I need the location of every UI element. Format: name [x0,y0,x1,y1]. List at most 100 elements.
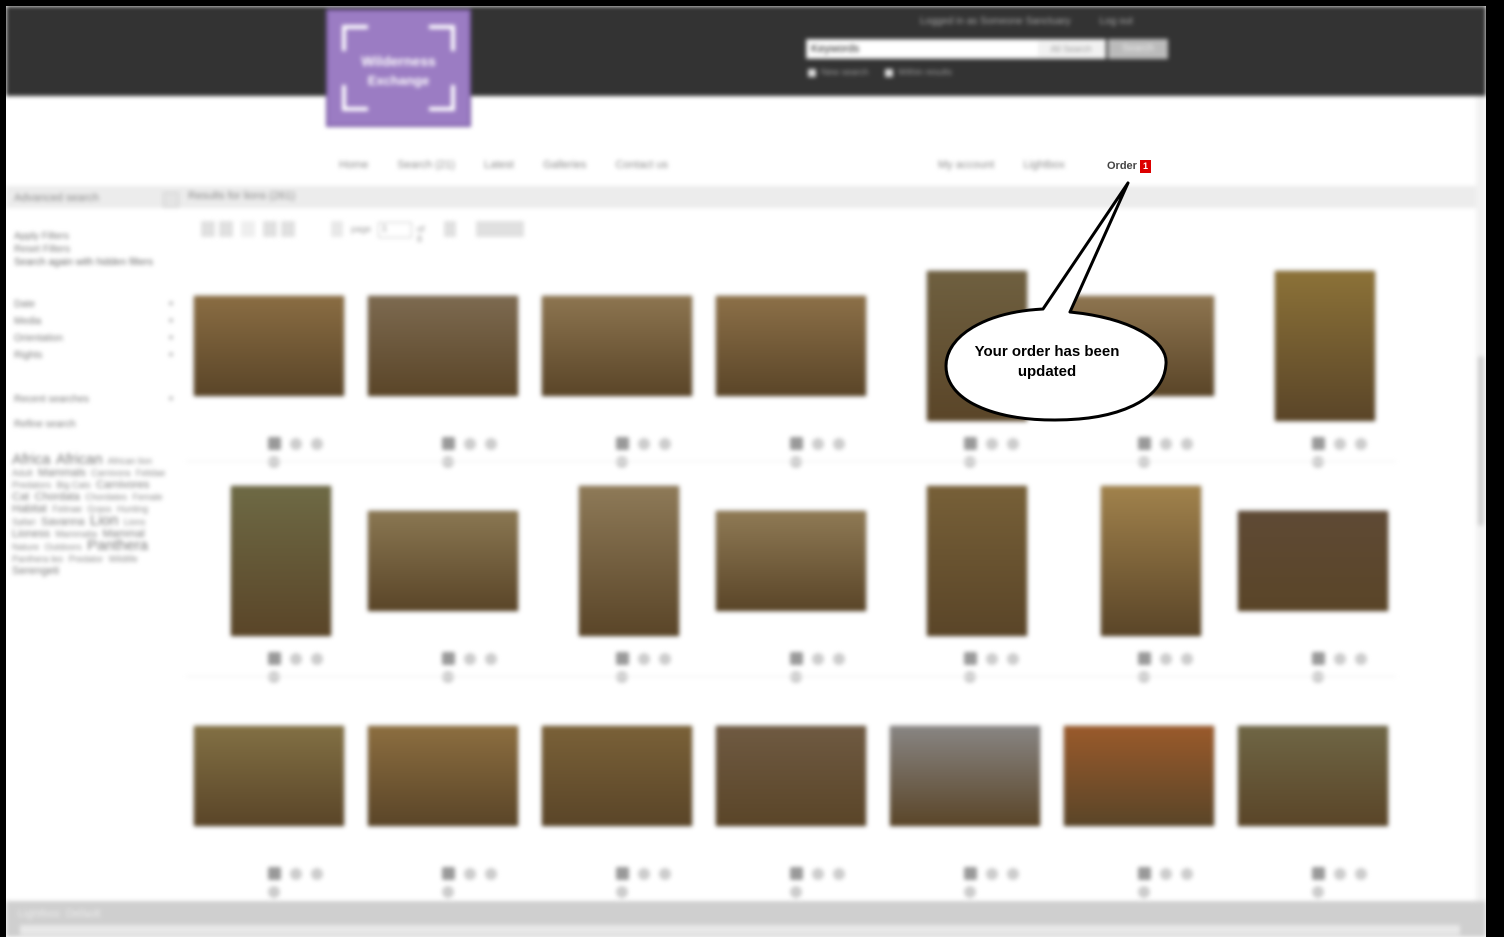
add-to-lightbox-icon[interactable] [442,867,455,881]
thumbnail-image[interactable] [1238,511,1388,611]
add-to-lightbox-icon[interactable] [790,867,803,881]
zoom-icon[interactable] [290,437,302,450]
thumbnail-image[interactable] [194,726,344,826]
zoom-icon[interactable] [1160,437,1172,450]
zoom-icon[interactable] [290,867,302,880]
cart-icon[interactable] [1181,437,1193,450]
filter-orientation[interactable]: Orientation + [14,330,174,347]
thumbnail-image[interactable] [716,296,866,396]
keyword-tag[interactable]: Predator [69,554,104,564]
account-link[interactable]: Logged in as Someone Sanctuary [920,16,1071,27]
add-to-lightbox-icon[interactable] [268,437,281,451]
keyword-tag[interactable]: Africa [12,451,50,468]
search-button[interactable]: Search [1108,39,1168,59]
page-number-input[interactable]: 1 [378,222,412,238]
add-to-lightbox-icon[interactable] [1138,437,1151,451]
keyword-tag[interactable]: Wildlife [109,554,138,564]
new-search-option[interactable]: New search [808,67,869,77]
cart-icon[interactable] [311,437,323,450]
nav-my-account[interactable]: My account [938,159,994,171]
thumbnail-image[interactable] [368,511,518,611]
nav-contact[interactable]: Contact us [615,159,668,171]
zoom-icon[interactable] [464,437,476,450]
add-to-lightbox-icon[interactable] [964,652,977,666]
add-to-lightbox-icon[interactable] [1138,652,1151,666]
keyword-tag[interactable]: Predators [12,480,51,490]
keyword-tag[interactable]: Female [132,492,162,502]
next-page-icon[interactable] [444,221,456,237]
zoom-icon[interactable] [1334,867,1346,880]
cart-icon[interactable] [1007,867,1019,880]
reset-filters-link[interactable]: Reset Filters [14,243,174,256]
search-scope-select[interactable]: All Search [1038,41,1104,57]
cart-icon[interactable] [1355,652,1367,665]
thumbnail-image[interactable] [579,486,679,636]
zoom-icon[interactable] [290,652,302,665]
cart-icon[interactable] [1007,652,1019,665]
cart-icon[interactable] [833,437,845,450]
cart-icon[interactable] [485,652,497,665]
zoom-icon[interactable] [812,437,824,450]
nav-order[interactable]: Order 1 [1107,160,1151,173]
checkbox-icon[interactable] [331,221,343,237]
nav-galleries[interactable]: Galleries [543,159,586,171]
keyword-tag[interactable]: Habitat [12,503,47,515]
keyword-tag[interactable]: Lions [124,517,146,527]
cart-icon[interactable] [1007,437,1019,450]
lightbox-tray[interactable] [20,925,1460,935]
add-to-lightbox-icon[interactable] [1312,437,1325,451]
keyword-tag[interactable]: African [56,451,103,468]
keyword-tag[interactable]: Carnivores [96,479,149,491]
site-logo[interactable]: Wilderness Exchange [326,9,471,127]
keyword-tag[interactable]: Savanna [41,516,84,528]
keyword-tag[interactable]: Adult [12,468,33,478]
add-to-lightbox-icon[interactable] [964,867,977,881]
keyword-tag[interactable]: Lion [90,512,118,529]
add-to-lightbox-icon[interactable] [790,652,803,666]
page-scrollbar[interactable] [1476,96,1486,906]
zoom-icon[interactable] [1160,867,1172,880]
zoom-icon[interactable] [464,652,476,665]
cart-icon[interactable] [485,867,497,880]
apply-filters-link[interactable]: Apply Filters [14,230,174,243]
keyword-tag[interactable]: Safari [12,517,36,527]
recent-searches-header[interactable]: Recent searches + [14,391,174,408]
add-to-lightbox-icon[interactable] [616,437,629,451]
thumbnail-image[interactable] [1275,271,1375,421]
thumbnail-image[interactable] [1101,486,1201,636]
add-to-lightbox-icon[interactable] [442,652,455,666]
add-to-lightbox-icon[interactable] [1312,867,1325,881]
cart-icon[interactable] [1181,652,1193,665]
nav-home[interactable]: Home [339,159,368,171]
first-page-icon[interactable] [263,221,277,237]
filter-date[interactable]: Date + [14,296,174,313]
collapse-toggle-icon[interactable] [163,192,179,208]
thumbnail-image[interactable] [716,511,866,611]
zoom-icon[interactable] [986,867,998,880]
thumbnail-image[interactable] [716,726,866,826]
keyword-tag[interactable]: Lioness [12,528,50,540]
info-icon[interactable] [442,885,454,898]
thumbnail-image[interactable] [927,486,1027,636]
cart-icon[interactable] [659,652,671,665]
cart-icon[interactable] [659,437,671,450]
search-again-link[interactable]: Search again with hidden filters [14,256,174,269]
view-grid-icon[interactable] [201,221,215,237]
cart-icon[interactable] [833,652,845,665]
cart-icon[interactable] [1355,437,1367,450]
logout-link[interactable]: Log out [1099,16,1132,27]
cart-icon[interactable] [311,652,323,665]
add-to-lightbox-icon[interactable] [268,652,281,666]
thumbnail-image[interactable] [1064,726,1214,826]
add-to-lightbox-icon[interactable] [1138,867,1151,881]
view-list-icon[interactable] [219,221,233,237]
keyword-tag[interactable]: Big Cats [57,480,91,490]
keyword-tag[interactable]: African lion [108,456,153,466]
within-results-option[interactable]: Within results [885,67,952,77]
keyword-tag[interactable]: Cat [12,491,29,503]
filter-rights[interactable]: Rights + [14,347,174,364]
zoom-icon[interactable] [986,652,998,665]
cart-icon[interactable] [1355,867,1367,880]
zoom-icon[interactable] [812,867,824,880]
keyword-tag[interactable]: Felidae [136,468,166,478]
